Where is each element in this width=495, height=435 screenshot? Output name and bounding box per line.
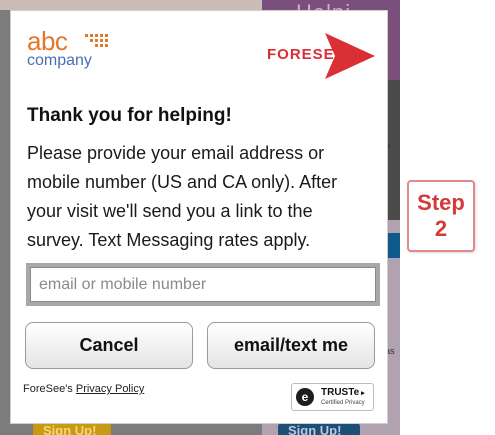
truste-seal-icon: e (296, 388, 314, 406)
abc-company-logo: abc company (27, 28, 123, 71)
step-label: Step (417, 190, 465, 215)
cancel-button[interactable]: Cancel (25, 322, 193, 369)
step-badge: Step 2 (407, 180, 475, 252)
dialog-title: Thank you for helping! (27, 105, 232, 126)
email-or-mobile-input[interactable] (30, 267, 376, 302)
email-text-me-button[interactable]: email/text me (207, 322, 375, 369)
background-photo-strip (0, 0, 262, 10)
privacy-notice: ForeSee's Privacy Policy (23, 383, 144, 395)
survey-invite-dialog: abc company FORESEE Thank you for helpin… (10, 10, 388, 424)
foresee-logo: FORESEE (267, 33, 375, 79)
truste-name: TRUSTe ▸ (321, 387, 365, 398)
background-dark-strip (388, 80, 400, 220)
step-number: 2 (434, 216, 448, 241)
dot-grid-icon (85, 34, 108, 47)
email-input-frame (26, 263, 380, 306)
dialog-message: Please provide your email address or mob… (27, 143, 338, 250)
foresee-wordmark: FORESEE (267, 46, 346, 63)
privacy-policy-link[interactable]: Privacy Policy (76, 383, 144, 395)
truste-badge[interactable]: e TRUSTe ▸ Certified Privacy (291, 383, 374, 411)
company-logo-word: company (27, 52, 92, 69)
truste-subtitle: Certified Privacy (321, 400, 365, 406)
privacy-prefix: ForeSee's (23, 383, 76, 395)
